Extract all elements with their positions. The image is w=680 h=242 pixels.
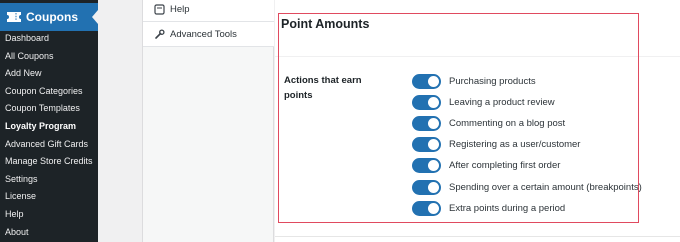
settings-tabs: Help Advanced Tools bbox=[142, 0, 274, 242]
toggle-label: Registering as a user/customer bbox=[449, 139, 581, 151]
sidebar-item-loyalty-program[interactable]: Loyalty Program bbox=[0, 118, 98, 136]
toggle-label: After completing first order bbox=[449, 160, 561, 172]
toggle-knob bbox=[428, 202, 439, 214]
earn-actions-list: Purchasing products Leaving a product re… bbox=[412, 71, 642, 219]
bottom-divider bbox=[275, 236, 680, 237]
admin-sidebar: Coupons Dashboard All Coupons Add New Co… bbox=[0, 0, 98, 242]
toggle-switch[interactable] bbox=[412, 200, 441, 216]
toggle-knob bbox=[428, 160, 439, 172]
tab-advanced-tools-label: Advanced Tools bbox=[170, 28, 237, 40]
toggle-row-extra-points-period: Extra points during a period bbox=[412, 198, 642, 219]
toggle-switch[interactable] bbox=[412, 158, 441, 174]
toggle-label: Leaving a product review bbox=[449, 97, 555, 109]
toggle-knob bbox=[428, 118, 439, 130]
sidebar-item-about[interactable]: About bbox=[0, 224, 98, 242]
help-page-icon bbox=[153, 3, 165, 15]
toggle-knob bbox=[428, 181, 439, 193]
ticket-icon bbox=[6, 10, 22, 24]
sidebar-item-all-coupons[interactable]: All Coupons bbox=[0, 48, 98, 66]
sidebar-item-add-new[interactable]: Add New bbox=[0, 65, 98, 83]
toggle-switch[interactable] bbox=[412, 74, 441, 90]
sidebar-item-manage-store-credits[interactable]: Manage Store Credits bbox=[0, 153, 98, 171]
coupons-submenu: Dashboard All Coupons Add New Coupon Cat… bbox=[0, 30, 98, 241]
sidebar-item-settings[interactable]: Settings bbox=[0, 171, 98, 189]
sidebar-item-coupon-templates[interactable]: Coupon Templates bbox=[0, 100, 98, 118]
coupons-menu-header[interactable]: Coupons bbox=[0, 3, 98, 31]
toggle-knob bbox=[428, 76, 439, 88]
toggle-switch[interactable] bbox=[412, 179, 441, 195]
sidebar-item-license[interactable]: License bbox=[0, 188, 98, 206]
wrench-icon bbox=[153, 28, 165, 40]
toggle-switch[interactable] bbox=[412, 137, 441, 153]
tab-help-label: Help bbox=[170, 3, 190, 15]
field-label: Actions that earn points bbox=[284, 75, 362, 101]
toggle-row-first-order: After completing first order bbox=[412, 155, 642, 176]
toggle-switch[interactable] bbox=[412, 95, 441, 111]
toggle-knob bbox=[428, 139, 439, 151]
toggle-row-registering: Registering as a user/customer bbox=[412, 134, 642, 155]
toggle-label: Commenting on a blog post bbox=[449, 118, 566, 130]
tab-help[interactable]: Help bbox=[143, 0, 274, 22]
menu-title: Coupons bbox=[26, 10, 78, 24]
toggle-label: Extra points during a period bbox=[449, 202, 566, 214]
tab-advanced-tools[interactable]: Advanced Tools bbox=[143, 22, 274, 47]
toggle-row-product-review: Leaving a product review bbox=[412, 92, 642, 113]
toggle-row-blog-comment: Commenting on a blog post bbox=[412, 113, 642, 134]
toggle-label: Purchasing products bbox=[449, 76, 536, 88]
toggle-switch[interactable] bbox=[412, 116, 441, 132]
sidebar-item-coupon-categories[interactable]: Coupon Categories bbox=[0, 83, 98, 101]
toggle-label: Spending over a certain amount (breakpoi… bbox=[449, 181, 642, 193]
sidebar-item-dashboard[interactable]: Dashboard bbox=[0, 30, 98, 48]
toggle-knob bbox=[428, 97, 439, 109]
toggle-row-purchasing-products: Purchasing products bbox=[412, 71, 642, 92]
settings-main-panel: Point Amounts Actions that earn points P… bbox=[275, 0, 680, 242]
section-title: Point Amounts bbox=[281, 17, 370, 31]
sidebar-item-advanced-gift-cards[interactable]: Advanced Gift Cards bbox=[0, 136, 98, 154]
toggle-row-spending-breakpoints: Spending over a certain amount (breakpoi… bbox=[412, 176, 642, 197]
sidebar-item-help[interactable]: Help bbox=[0, 206, 98, 224]
